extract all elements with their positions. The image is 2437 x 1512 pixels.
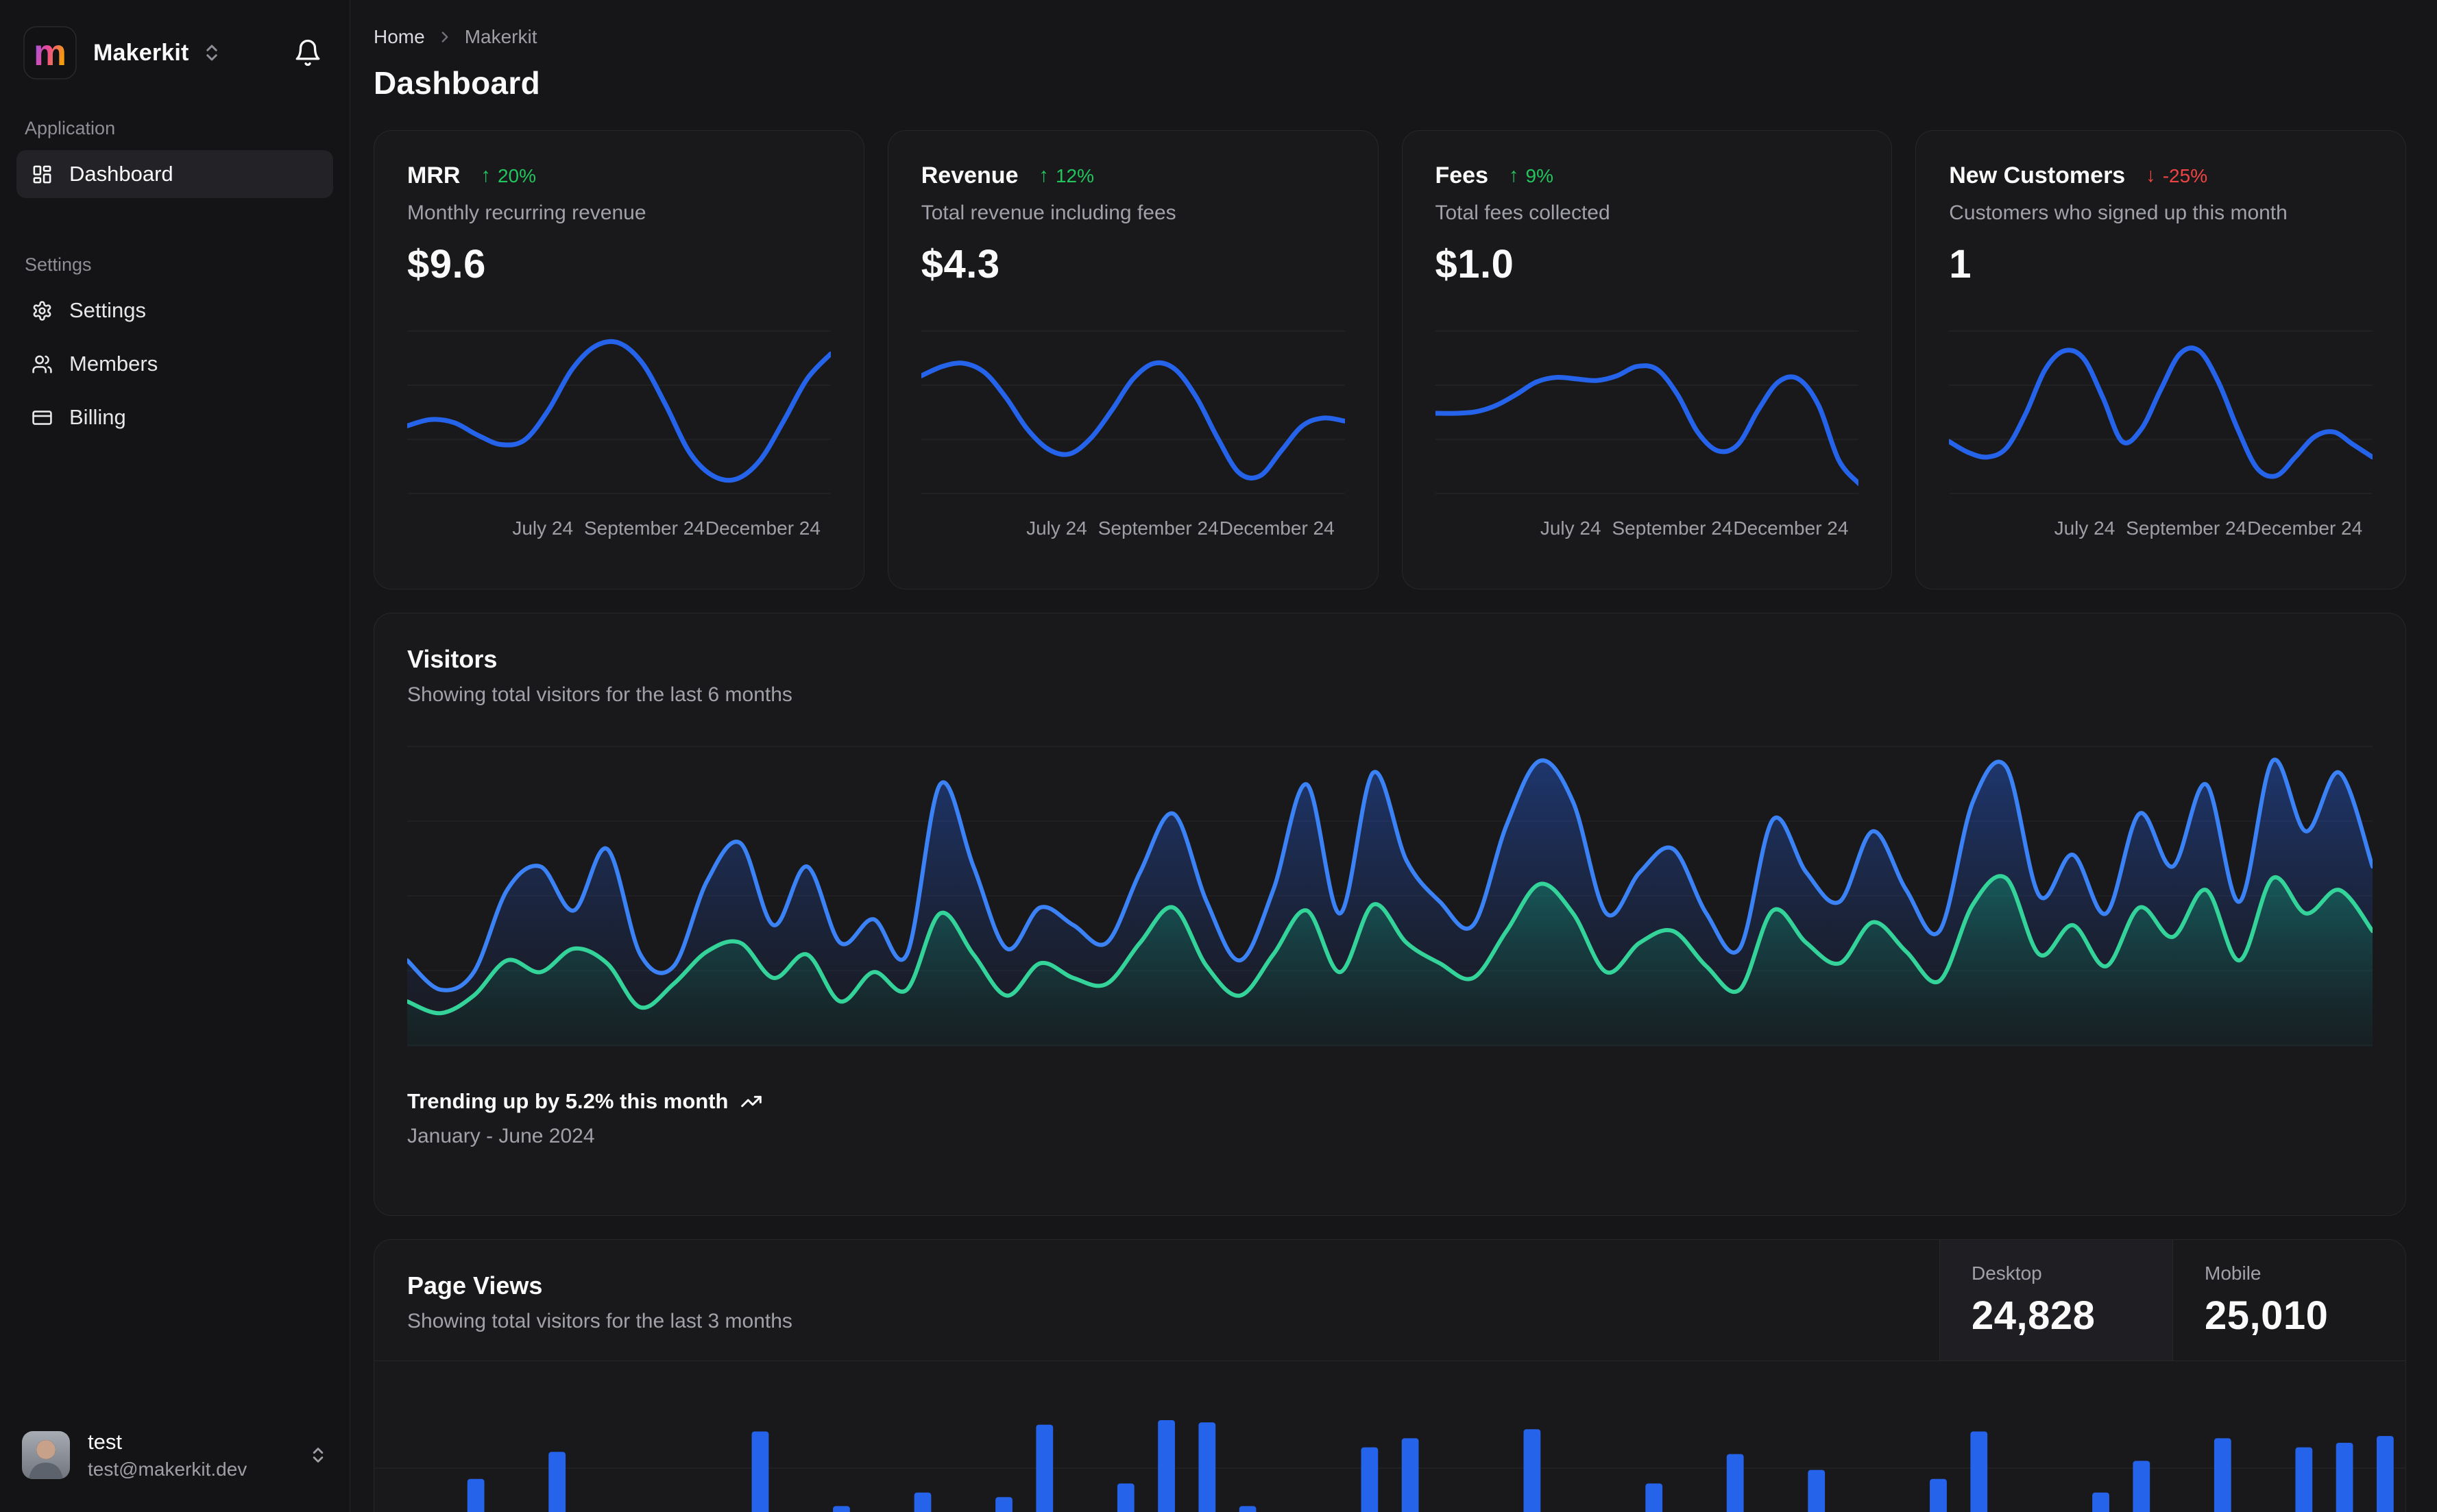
notifications-button[interactable] [289, 34, 326, 71]
trend-badge: 12% [1039, 164, 1094, 187]
gear-icon [33, 300, 51, 321]
chevrons-up-down-icon [206, 45, 217, 61]
tab-mobile-label: Mobile [2205, 1262, 2262, 1284]
page-views-subtitle: Showing total visitors for the last 3 mo… [407, 1310, 792, 1332]
page-views-card: Page Views Showing total visitors for th… [374, 1239, 2406, 1512]
visitors-period: January - June 2024 [407, 1125, 595, 1147]
stat-title: Fees [1435, 162, 1489, 188]
sidebar-item-label: Settings [69, 298, 147, 322]
tab-desktop[interactable]: Desktop 24,828 [1939, 1240, 2172, 1361]
layout-dashboard-icon [33, 165, 51, 183]
mrr-sparkline-chart [407, 327, 831, 498]
nav-section-settings: Settings [25, 254, 92, 275]
makerkit-logo[interactable]: m [23, 26, 77, 80]
axis-tick: July 24 [1026, 517, 1087, 539]
trend-badge: 20% [481, 164, 536, 187]
tab-desktop-value: 24,828 [1972, 1293, 2096, 1338]
trending-up-icon [741, 1095, 762, 1108]
breadcrumb: Home Makerkit [374, 26, 2406, 48]
sidebar-item-label: Members [69, 352, 158, 376]
sidebar-item-label: Dashboard [69, 162, 173, 186]
stat-card-mrr: MRR 20% Monthly recurring revenue $9.6 J… [374, 130, 864, 589]
stat-value: 1 [1949, 242, 1972, 286]
axis-tick: July 24 [512, 517, 574, 539]
stat-title: Revenue [921, 162, 1019, 188]
stat-card-fees: Fees 9% Total fees collected $1.0 July 2… [1401, 130, 1893, 589]
sparkline-axis: July 24 September 24 December 24 [1435, 517, 1859, 545]
stat-title: New Customers [1949, 162, 2126, 188]
sidebar-item-label: Billing [69, 405, 126, 429]
makerkit-logo-icon: m [23, 26, 77, 80]
sidebar-item-billing[interactable]: Billing [16, 393, 333, 441]
stat-title: MRR [407, 162, 461, 188]
axis-tick: July 24 [1540, 517, 1601, 539]
sparkline-axis: July 24 September 24 December 24 [407, 517, 831, 545]
user-menu[interactable]: test test@makerkit.dev [16, 1423, 333, 1487]
nav-section-application: Application [25, 118, 116, 138]
revenue-sparkline-chart [921, 327, 1345, 498]
sidebar: m Makerkit Application Dashboard Setting… [0, 0, 350, 1512]
breadcrumb-home-link[interactable]: Home [374, 26, 425, 48]
sidebar-header: m Makerkit [16, 21, 333, 85]
stat-card-new-customers: New Customers -25% Customers who signed … [1915, 130, 2406, 589]
chevrons-up-down-icon [313, 1448, 324, 1463]
page-title: Dashboard [374, 65, 540, 101]
fees-sparkline-chart [1435, 327, 1859, 498]
visitors-trend-label: Trending up by 5.2% this month [407, 1089, 729, 1113]
trend-badge: 9% [1509, 164, 1553, 187]
page-views-header: Page Views Showing total visitors for th… [374, 1240, 2405, 1361]
visitors-card: Visitors Showing total visitors for the … [374, 613, 2406, 1216]
axis-tick: December 24 [1219, 517, 1335, 539]
user-meta: test test@makerkit.dev [88, 1430, 247, 1480]
users-icon [32, 355, 52, 373]
breadcrumb-current[interactable]: Makerkit [465, 26, 537, 48]
visitors-subtitle: Showing total visitors for the last 6 mo… [407, 683, 792, 706]
page-views-title: Page Views [407, 1271, 543, 1300]
stat-subtitle: Customers who signed up this month [1949, 202, 2288, 224]
tab-mobile[interactable]: Mobile 25,010 [2172, 1240, 2405, 1361]
sidebar-item-members[interactable]: Members [16, 340, 333, 388]
tab-desktop-label: Desktop [1972, 1262, 2042, 1284]
user-name: test [88, 1430, 122, 1454]
stat-value: $4.3 [921, 242, 1000, 286]
tab-mobile-value: 25,010 [2205, 1293, 2329, 1338]
main-content: Home Makerkit Dashboard MRR 20% Monthly … [350, 0, 2437, 1512]
svg-text:m: m [34, 32, 66, 73]
sparkline-axis: July 24 September 24 December 24 [1949, 517, 2373, 545]
axis-tick: September 24 [1612, 517, 1733, 539]
axis-tick: December 24 [2247, 517, 2363, 539]
team-selector[interactable]: Makerkit [93, 40, 222, 66]
credit-card-icon [32, 410, 52, 425]
sparkline-axis: July 24 September 24 December 24 [921, 517, 1345, 545]
sidebar-item-dashboard[interactable]: Dashboard [16, 150, 333, 198]
user-avatar [22, 1431, 70, 1479]
visitors-trend-row: Trending up by 5.2% this month [407, 1089, 2373, 1114]
axis-tick: December 24 [705, 517, 821, 539]
stat-subtitle: Total fees collected [1435, 202, 1610, 224]
page-views-titles: Page Views Showing total visitors for th… [374, 1240, 1939, 1361]
axis-tick: September 24 [2126, 517, 2247, 539]
stat-value: $1.0 [1435, 242, 1514, 286]
new-customers-sparkline-chart [1949, 327, 2373, 498]
visitors-title: Visitors [407, 645, 498, 673]
stat-subtitle: Monthly recurring revenue [407, 202, 646, 224]
sidebar-nav: Application Dashboard Settings Settings … [16, 97, 333, 447]
user-email: test@makerkit.dev [88, 1459, 247, 1480]
axis-tick: September 24 [583, 517, 705, 539]
axis-tick: December 24 [1733, 517, 1849, 539]
sidebar-item-settings[interactable]: Settings [16, 286, 333, 334]
page-views-bar-chart [374, 1372, 2405, 1512]
stat-card-revenue: Revenue 12% Total revenue including fees… [887, 130, 1379, 589]
stat-subtitle: Total revenue including fees [921, 202, 1176, 224]
visitors-area-chart [407, 745, 2373, 1047]
axis-tick: July 24 [2054, 517, 2115, 539]
chevron-right-icon [441, 32, 448, 42]
team-name: Makerkit [93, 39, 189, 66]
stat-value: $9.6 [407, 242, 486, 286]
stats-grid: MRR 20% Monthly recurring revenue $9.6 J… [374, 130, 2406, 589]
trend-badge: -25% [2146, 164, 2207, 187]
bell-icon [295, 39, 320, 66]
axis-tick: September 24 [1098, 517, 1219, 539]
